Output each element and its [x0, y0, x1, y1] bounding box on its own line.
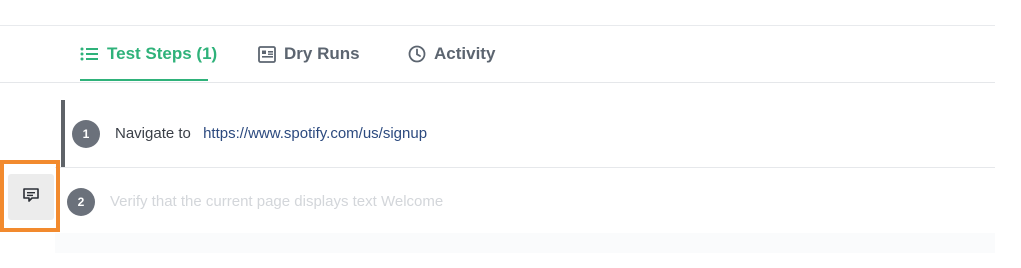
- step-url-link[interactable]: https://www.spotify.com/us/signup: [203, 125, 427, 142]
- list-icon: [80, 46, 99, 62]
- document-list-icon: [258, 45, 276, 63]
- step-number-badge: 1: [72, 119, 100, 148]
- tab-bar: Test Steps (1) Dry Runs Activity: [0, 26, 995, 83]
- steps-list: 1 Navigate to https://www.spotify.com/us…: [55, 100, 995, 236]
- tab-label: Test Steps (1): [107, 44, 218, 63]
- clock-icon: [408, 45, 426, 63]
- step-action: Navigate to: [115, 125, 191, 142]
- step-row[interactable]: 2 Verify that the current page displays …: [55, 168, 995, 236]
- comment-highlight: [0, 160, 60, 232]
- comment-button[interactable]: [8, 174, 54, 220]
- tab-dry-runs[interactable]: Dry Runs: [258, 26, 360, 82]
- tab-activity[interactable]: Activity: [408, 26, 495, 82]
- step-action[interactable]: Verify that the current page displays te…: [110, 193, 443, 210]
- step-number-badge: 2: [67, 187, 95, 216]
- steps-footer: [55, 233, 995, 253]
- tab-label: Dry Runs: [284, 44, 360, 63]
- comment-icon: [22, 187, 40, 208]
- step-row[interactable]: 1 Navigate to https://www.spotify.com/us…: [55, 100, 995, 168]
- step-text: Navigate to https://www.spotify.com/us/s…: [115, 125, 427, 142]
- tab-label: Activity: [434, 44, 496, 63]
- active-tab-indicator: [80, 79, 208, 81]
- tab-test-steps[interactable]: Test Steps (1): [80, 26, 217, 82]
